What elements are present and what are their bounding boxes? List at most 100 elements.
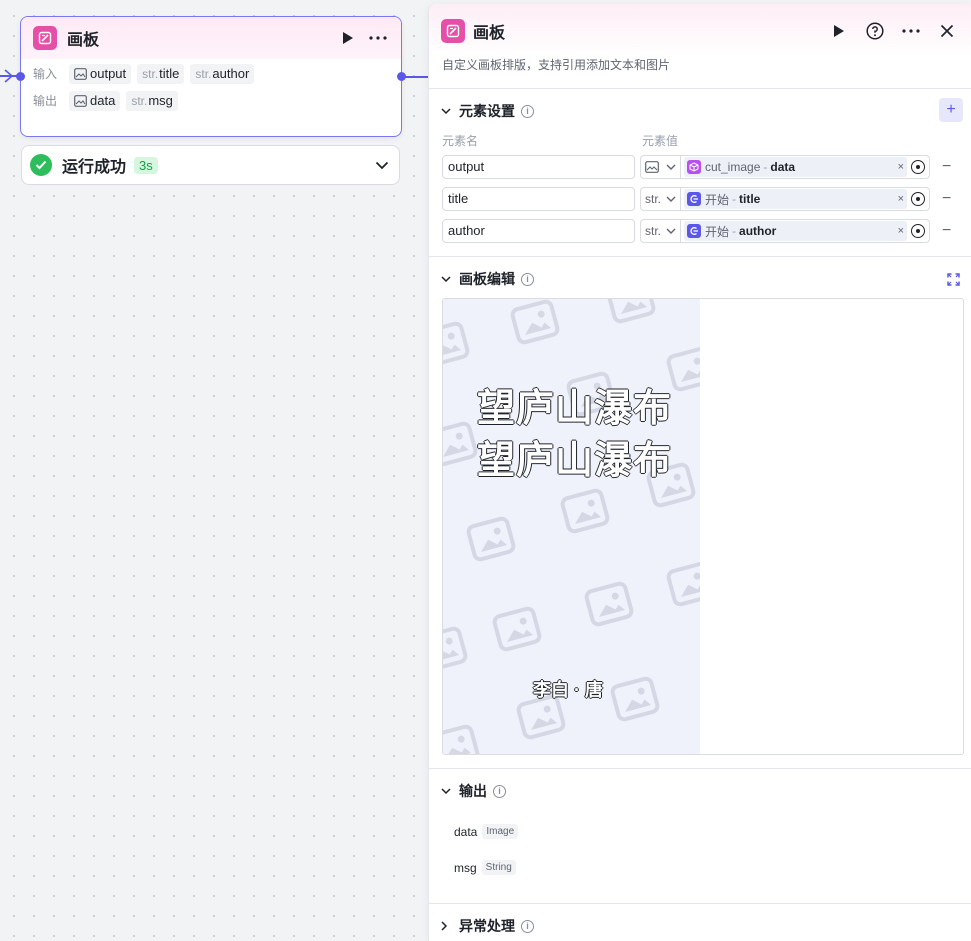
element-name-input[interactable]: title [442, 187, 635, 211]
remove-element-button[interactable]: − [942, 190, 951, 208]
canvas-app-icon [441, 19, 465, 43]
panel-title: 画板 [473, 25, 506, 42]
element-value-field[interactable]: cut_image - data × [680, 155, 930, 179]
start-icon [687, 224, 701, 238]
edge-arrow-icon [4, 69, 14, 83]
add-element-button[interactable]: + [939, 98, 963, 122]
canvas-node-card[interactable]: 画板 输入 output str. title str. author 输出 dat… [20, 16, 402, 137]
fullscreen-icon[interactable] [947, 272, 960, 286]
more-options-icon[interactable] [367, 27, 389, 49]
reference-picker-icon[interactable] [911, 224, 925, 238]
chevron-down-icon[interactable] [441, 107, 451, 115]
reference-source: cut_image [705, 160, 761, 174]
remove-element-button[interactable]: − [942, 158, 951, 176]
type-prefix: str. [195, 66, 212, 81]
input-tag-author: str. author [190, 63, 255, 84]
info-icon[interactable]: i [521, 272, 534, 286]
element-name-input[interactable]: author [442, 219, 635, 243]
canvas-app-icon [33, 26, 57, 50]
elements-section-title: 元素设置 [459, 103, 515, 119]
reference-field: author [739, 224, 777, 238]
error-handling-section-header[interactable]: 异常处理 i [429, 904, 971, 941]
run-time-badge: 3s [134, 156, 158, 174]
info-icon[interactable]: i [493, 784, 506, 798]
reference-chip: 开始 - title [684, 189, 907, 209]
chevron-down-icon [666, 228, 676, 234]
node-outputs-row: 输出 data str. msg [21, 87, 401, 114]
type-prefix: str. [142, 66, 159, 81]
image-icon [74, 67, 87, 80]
element-value-field[interactable]: 开始 - author × [680, 219, 930, 243]
panel-description: 自定义画板排版，支持引用添加文本和图片 [442, 58, 671, 72]
element-value-field[interactable]: 开始 - title × [680, 187, 930, 211]
run-play-icon[interactable] [827, 19, 851, 43]
output-item-type: Image [482, 824, 519, 839]
element-name-input[interactable]: output [442, 155, 635, 179]
poster-title-text[interactable]: 望庐山瀑布 [477, 429, 672, 484]
element-row: title str. 开始 - title × − [442, 187, 951, 211]
element-type-select[interactable]: str. [640, 187, 680, 211]
output-item: msg String [454, 860, 516, 875]
info-icon[interactable]: i [521, 104, 534, 118]
start-icon [687, 192, 701, 206]
canvas-editor[interactable]: 望庐山瀑布 望庐山瀑布 李白 · 唐 [442, 298, 964, 755]
close-icon[interactable] [935, 19, 959, 43]
node-inputs-row: 输入 output str. title str. author [21, 60, 401, 87]
remove-element-button[interactable]: − [942, 222, 951, 240]
reference-picker-icon[interactable] [911, 192, 925, 206]
input-name: author [212, 66, 250, 81]
element-type-value: str. [645, 192, 662, 206]
poster-preview[interactable]: 望庐山瀑布 望庐山瀑布 李白 · 唐 [443, 299, 700, 754]
more-options-icon[interactable] [899, 19, 923, 43]
cube-icon [687, 160, 701, 174]
reference-picker-icon[interactable] [911, 160, 925, 174]
reference-separator: - [763, 160, 768, 174]
clear-reference-icon[interactable]: × [898, 161, 904, 173]
outputs-label: 输出 [33, 94, 58, 108]
input-name: output [90, 66, 127, 81]
info-icon[interactable]: i [521, 919, 534, 933]
inputs-label: 输入 [33, 67, 58, 81]
element-value-column-label: 元素值 [642, 134, 679, 148]
output-item: data Image [454, 824, 519, 839]
output-name: data [90, 93, 116, 108]
reference-chip: 开始 - author [684, 221, 907, 241]
elements-section-header[interactable]: 元素设置 i [429, 89, 971, 133]
help-icon[interactable] [863, 19, 887, 43]
output-section-title: 输出 [459, 783, 487, 799]
poster-title-text[interactable]: 望庐山瀑布 [477, 377, 672, 432]
input-port[interactable] [16, 72, 25, 81]
canvas-edit-section-header[interactable]: 画板编辑 i [429, 257, 971, 301]
element-row: author str. 开始 - author × − [442, 219, 951, 243]
run-play-icon[interactable] [337, 27, 359, 49]
output-port[interactable] [397, 72, 406, 81]
output-name: msg [148, 93, 173, 108]
output-item-name: msg [454, 860, 477, 875]
chevron-down-icon[interactable] [441, 787, 451, 795]
chevron-down-icon[interactable] [441, 275, 451, 283]
chevron-right-icon[interactable] [441, 921, 448, 931]
poster-author-text[interactable]: 李白 · 唐 [533, 676, 603, 702]
element-type-select[interactable]: str. [640, 219, 680, 243]
output-section-header[interactable]: 输出 i [429, 769, 971, 813]
clear-reference-icon[interactable]: × [898, 225, 904, 237]
element-type-select[interactable] [640, 155, 680, 179]
success-check-icon [30, 154, 52, 176]
reference-separator: - [732, 224, 737, 238]
reference-source: 开始 [705, 224, 730, 239]
element-row: output cut_image - data × − [442, 155, 951, 179]
output-tag-msg: str. msg [126, 90, 178, 111]
error-handling-section-title: 异常处理 [459, 918, 515, 934]
node-title: 画板 [67, 32, 100, 49]
reference-source: 开始 [705, 192, 730, 207]
chevron-down-icon[interactable] [375, 161, 389, 170]
run-status-card[interactable]: 运行成功 3s [21, 145, 400, 185]
input-tag-title: str. title [137, 63, 185, 84]
element-type-value: str. [645, 224, 662, 238]
image-icon [74, 94, 87, 107]
clear-reference-icon[interactable]: × [898, 193, 904, 205]
image-icon [645, 161, 659, 173]
reference-separator: - [732, 192, 737, 206]
chevron-down-icon [666, 196, 676, 202]
input-tag-output: output [69, 63, 132, 84]
